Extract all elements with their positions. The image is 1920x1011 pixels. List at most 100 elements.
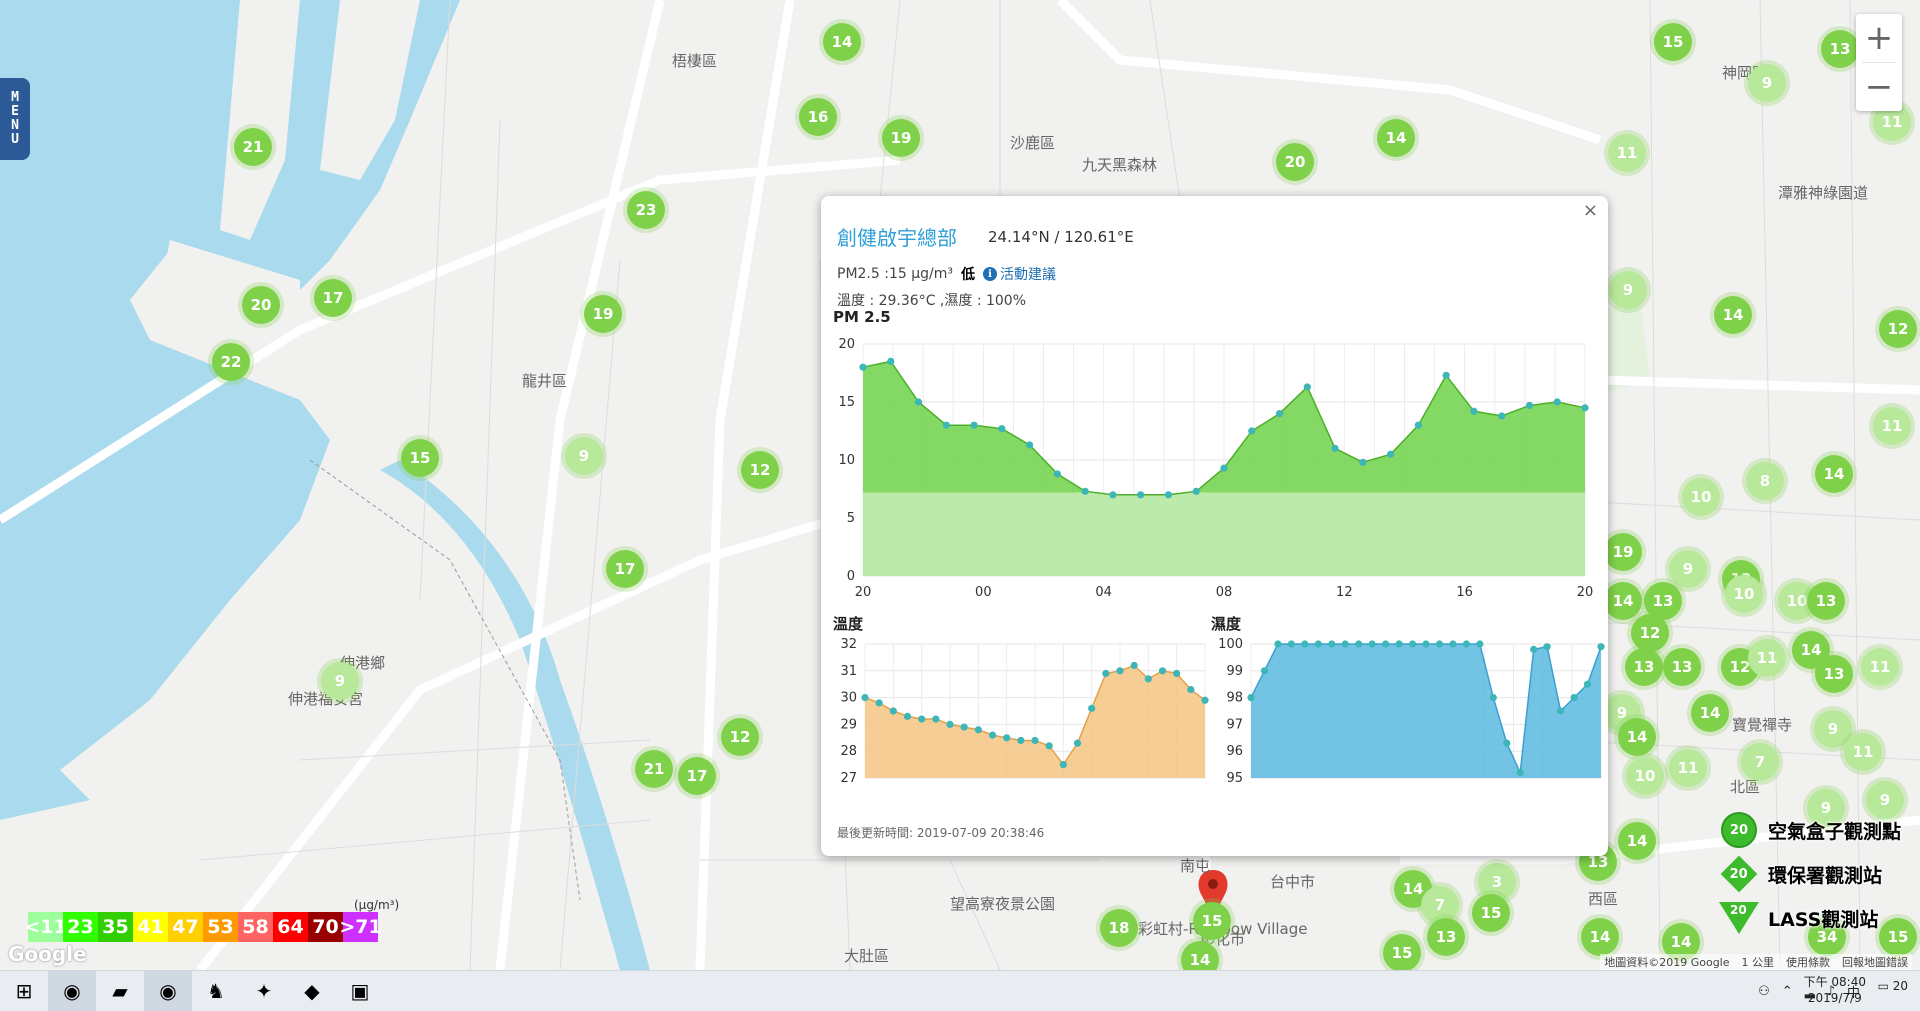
sensor-marker[interactable]: 11 <box>1861 648 1899 686</box>
sensor-marker[interactable]: 14 <box>823 23 861 61</box>
y-tick-label: 20 <box>838 337 855 352</box>
sensor-marker[interactable]: 9 <box>1748 64 1786 102</box>
sensor-marker[interactable]: 19 <box>584 295 622 333</box>
sensor-marker[interactable]: 13 <box>1807 582 1845 620</box>
sensor-marker[interactable]: 17 <box>678 757 716 795</box>
data-point <box>932 715 940 723</box>
sensor-marker[interactable]: 21 <box>635 750 673 788</box>
terms-link[interactable]: 使用條款 <box>1786 954 1830 970</box>
app-red-icon[interactable]: ◆ <box>288 971 336 1011</box>
data-point <box>1301 640 1309 648</box>
data-point <box>1553 398 1561 406</box>
people-icon[interactable]: ⚇ <box>1758 984 1770 999</box>
sensor-marker[interactable]: 14 <box>1377 119 1415 157</box>
close-icon[interactable]: × <box>1583 200 1598 221</box>
sensor-marker[interactable]: 11 <box>1669 749 1707 787</box>
data-point <box>1248 427 1256 435</box>
sensor-marker[interactable]: 20 <box>242 286 280 324</box>
sensor-marker[interactable]: 13 <box>1625 648 1663 686</box>
sensor-marker[interactable]: 10 <box>1725 575 1763 613</box>
sensor-marker[interactable]: 8 <box>1746 462 1784 500</box>
sensor-marker[interactable]: 15 <box>401 439 439 477</box>
info-icon: i <box>982 267 997 281</box>
sensor-marker[interactable]: 12 <box>1631 614 1669 652</box>
sensor-marker[interactable]: 14 <box>1618 718 1656 756</box>
y-tick-label: 100 <box>1218 637 1243 652</box>
data-point <box>1187 685 1195 694</box>
y-tick-label: 30 <box>840 691 857 706</box>
data-point <box>1045 742 1053 750</box>
activity-advice-link[interactable]: i 活動建議 <box>982 264 1056 284</box>
sensor-marker[interactable]: 11 <box>1844 733 1882 771</box>
data-point <box>974 726 982 734</box>
report-map-error-link[interactable]: 回報地圖錯誤 <box>1842 954 1908 970</box>
sensor-marker[interactable]: 14 <box>1815 455 1853 493</box>
data-point <box>1583 680 1592 688</box>
zoom-in-button[interactable]: + <box>1856 14 1902 62</box>
data-point <box>1498 412 1506 420</box>
data-point <box>1395 640 1403 648</box>
sensor-marker[interactable]: 12 <box>721 718 759 756</box>
sensor-marker[interactable]: 14 <box>1604 582 1642 620</box>
taskbar-clock[interactable]: 下午 08:40 2019/7/9 <box>1804 974 1866 1006</box>
data-point <box>875 699 883 707</box>
sensor-marker[interactable]: 7 <box>1741 743 1779 781</box>
sensor-marker[interactable]: 23 <box>627 191 665 229</box>
sensor-marker[interactable]: 9 <box>1609 271 1647 309</box>
sensor-marker[interactable]: 9 <box>1669 550 1707 588</box>
pm-color-legend: <11 23 35 41 47 53 58 64 70 >71 (μg/m³) <box>24 898 399 942</box>
file-explorer-icon[interactable]: ▰ <box>96 971 144 1011</box>
chevron-up-icon[interactable]: ⌃ <box>1782 984 1793 999</box>
sensor-marker[interactable]: 9 <box>565 437 603 475</box>
sensor-marker[interactable]: 10 <box>1682 478 1720 516</box>
sensor-marker[interactable]: 12 <box>741 451 779 489</box>
legend-label-lass: LASS觀測站 <box>1768 908 1879 931</box>
app-note-icon[interactable]: ▣ <box>336 971 384 1011</box>
sensor-marker[interactable]: 22 <box>212 343 250 381</box>
sensor-marker[interactable]: 17 <box>314 279 352 317</box>
sensor-marker[interactable]: 19 <box>1604 533 1642 571</box>
x-tick-label: 16 <box>1456 585 1473 600</box>
sensor-marker[interactable]: 16 <box>799 98 837 136</box>
sensor-marker[interactable]: 15 <box>1472 894 1510 932</box>
sensor-marker[interactable]: 9 <box>321 662 359 700</box>
sensor-marker[interactable]: 17 <box>606 550 644 588</box>
data-point <box>1059 761 1067 769</box>
pm-legend-segment: <11 <box>24 912 67 942</box>
sensor-marker[interactable]: 14 <box>1714 296 1752 334</box>
data-point <box>889 707 897 715</box>
chrome-icon[interactable]: ◉ <box>48 971 96 1011</box>
x-tick-label: 00 <box>975 585 992 600</box>
sensor-marker[interactable]: 21 <box>234 128 272 166</box>
sensor-marker[interactable]: 13 <box>1815 655 1853 693</box>
data-point <box>988 731 997 739</box>
data-point <box>1449 640 1457 648</box>
sensor-marker[interactable]: 13 <box>1427 918 1465 956</box>
humidity-chart: 95 96 97 98 99 100 <box>1218 637 1605 786</box>
zoom-out-button[interactable]: − <box>1856 63 1902 111</box>
notification-center-icon[interactable]: ▭ 20 <box>1878 979 1908 993</box>
sensor-marker[interactable]: 11 <box>1608 134 1646 172</box>
sensor-marker[interactable]: 14 <box>1691 694 1729 732</box>
chrome-alt-icon[interactable]: ◉ <box>144 971 192 1011</box>
sensor-marker[interactable]: 20 <box>1276 143 1314 181</box>
windows-start-icon[interactable]: ⊞ <box>0 971 48 1011</box>
sensor-marker[interactable]: 10 <box>1626 757 1664 795</box>
sensor-marker[interactable]: 11 <box>1748 639 1786 677</box>
data-point <box>1026 441 1034 449</box>
pm-legend-segment: 70 <box>308 912 343 942</box>
app-bird-icon[interactable]: ✦ <box>240 971 288 1011</box>
sensor-marker[interactable]: 19 <box>882 119 920 157</box>
sensor-marker[interactable]: 13 <box>1821 30 1859 68</box>
sensor-marker[interactable]: 15 <box>1654 23 1692 61</box>
app-rabbit-icon[interactable]: ♞ <box>192 971 240 1011</box>
sensor-marker[interactable]: 14 <box>1581 918 1619 956</box>
menu-tab[interactable]: MENU <box>0 78 30 160</box>
sensor-marker[interactable]: 15 <box>1193 902 1231 940</box>
sensor-marker[interactable]: 12 <box>1879 310 1917 348</box>
sensor-marker[interactable]: 15 <box>1383 934 1421 970</box>
sensor-marker[interactable]: 14 <box>1618 822 1656 860</box>
sensor-marker[interactable]: 13 <box>1663 648 1701 686</box>
sensor-marker[interactable]: 11 <box>1873 407 1911 445</box>
sensor-marker[interactable]: 18 <box>1100 909 1138 947</box>
